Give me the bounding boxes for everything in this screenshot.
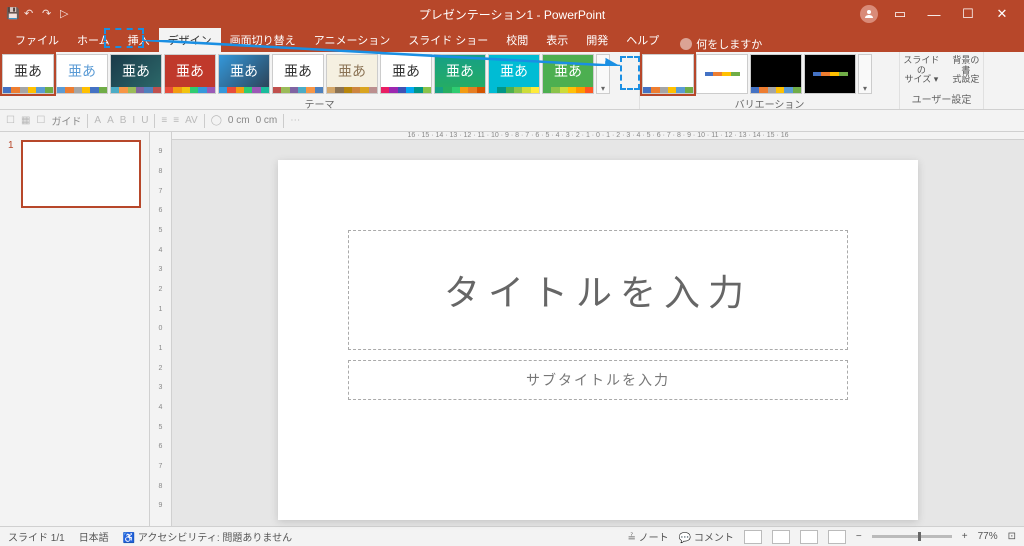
theme-thumb-1[interactable]: 亜あ (2, 54, 54, 94)
guide-label[interactable]: ガイド (51, 113, 81, 128)
variation-thumb-3[interactable] (750, 54, 802, 94)
tab-home[interactable]: ホーム (68, 28, 119, 52)
ribbon-options-icon[interactable]: ▭ (888, 6, 912, 22)
tell-me-label: 何をしますか (696, 36, 762, 52)
ribbon-tabs: ファイル ホーム 挿入 デザイン 画面切り替え アニメーション スライド ショー… (0, 28, 1024, 52)
theme-thumb-10[interactable]: 亜あ (488, 54, 540, 94)
checkbox2-icon[interactable]: ☐ (36, 115, 45, 126)
tab-slideshow[interactable]: スライド ショー (399, 28, 497, 52)
subtitle-placeholder[interactable]: サブタイトルを入力 (348, 360, 848, 400)
separator (204, 114, 205, 128)
slide-size-button[interactable]: スライドの サイズ ▾ (900, 56, 943, 86)
themes-group: 亜あ 亜あ 亜あ 亜あ 亜あ 亜あ 亜あ 亜あ 亜あ 亜あ 亜あ ▾ テーマ (0, 52, 640, 109)
separator (87, 114, 88, 128)
theme-thumb-8[interactable]: 亜あ (380, 54, 432, 94)
theme-thumb-3[interactable]: 亜あ (110, 54, 162, 94)
user-avatar-icon[interactable] (860, 5, 878, 23)
theme-thumb-2[interactable]: 亜あ (56, 54, 108, 94)
lightbulb-icon (680, 38, 692, 50)
variations-more-button[interactable]: ▾ (858, 54, 872, 94)
zoom-slider[interactable] (872, 535, 952, 538)
save-icon[interactable]: 💾 (6, 7, 20, 21)
tab-insert[interactable]: 挿入 (119, 28, 159, 52)
shape-icon[interactable]: ◯ (211, 115, 222, 126)
horizontal-ruler: 16 · 15 · 14 · 13 · 12 · 11 · 10 · 9 · 8… (172, 132, 1024, 140)
variation-thumb-1[interactable] (642, 54, 694, 94)
align-left-icon[interactable]: ≡ (161, 115, 167, 126)
tab-help[interactable]: ヘルプ (617, 28, 668, 52)
themes-more-button[interactable]: ▾ (596, 54, 610, 94)
slide-canvas-area[interactable]: タイトルを入力 サブタイトルを入力 (172, 140, 1024, 540)
fontsize-icon[interactable]: A (107, 115, 114, 126)
tab-review[interactable]: 校閲 (497, 28, 537, 52)
undo-icon[interactable]: ↶ (24, 7, 38, 21)
title-bar: 💾 ↶ ↷ ▷ プレゼンテーション1 - PowerPoint ▭ — ☐ ✕ (0, 0, 1024, 28)
title-placeholder[interactable]: タイトルを入力 (348, 230, 848, 350)
themes-group-label: テーマ (0, 96, 639, 110)
language-indicator[interactable]: 日本語 (79, 529, 109, 544)
editor: 9876543210123456789 16 · 15 · 14 · 13 · … (150, 132, 1024, 526)
variations-group-label: バリエーション (640, 96, 899, 110)
bold-icon[interactable]: B (120, 115, 127, 126)
width-value[interactable]: 0 cm (228, 115, 250, 126)
maximize-icon[interactable]: ☐ (956, 6, 980, 22)
user-settings-group: スライドの サイズ ▾ 背景の書 式設定 ユーザー設定 (900, 52, 984, 109)
tab-animations[interactable]: アニメーション (305, 28, 400, 52)
start-icon[interactable]: ▷ (60, 7, 74, 21)
ribbon: 亜あ 亜あ 亜あ 亜あ 亜あ 亜あ 亜あ 亜あ 亜あ 亜あ 亜あ ▾ テーマ ▾… (0, 52, 1024, 110)
slide-thumbnails-panel: 1 (0, 132, 150, 526)
separator (154, 114, 155, 128)
slide-indicator[interactable]: スライド 1/1 (8, 529, 65, 544)
variations-group: ▾ バリエーション (640, 52, 900, 109)
tab-design[interactable]: デザイン (159, 28, 221, 52)
secondary-toolbar: ☐ ▦ ☐ ガイド A A B I U ≡ ≡ AV ◯ 0 cm 0 cm ⋯ (0, 110, 1024, 132)
tell-me[interactable]: 何をしますか (668, 36, 762, 52)
height-value[interactable]: 0 cm (256, 115, 278, 126)
tab-view[interactable]: 表示 (537, 28, 577, 52)
user-settings-label: ユーザー設定 (912, 91, 972, 105)
spacing-icon[interactable]: AV (185, 115, 198, 126)
theme-thumb-5[interactable]: 亜あ (218, 54, 270, 94)
tab-transitions[interactable]: 画面切り替え (221, 28, 305, 52)
theme-thumb-4[interactable]: 亜あ (164, 54, 216, 94)
slide-thumbnail-1[interactable] (21, 140, 141, 208)
redo-icon[interactable]: ↷ (42, 7, 56, 21)
slide-number: 1 (8, 140, 14, 151)
slide[interactable]: タイトルを入力 サブタイトルを入力 (278, 160, 918, 520)
tab-file[interactable]: ファイル (6, 28, 68, 52)
theme-thumb-11[interactable]: 亜あ (542, 54, 594, 94)
quick-access-toolbar: 💾 ↶ ↷ ▷ (0, 7, 74, 21)
background-format-button[interactable]: 背景の書 式設定 (949, 56, 983, 86)
separator (283, 114, 284, 128)
window-title: プレゼンテーション1 - PowerPoint (419, 6, 605, 23)
close-icon[interactable]: ✕ (990, 6, 1014, 22)
workspace: 1 9876543210123456789 16 · 15 · 14 · 13 … (0, 132, 1024, 526)
vertical-ruler: 9876543210123456789 (150, 132, 172, 526)
variation-thumb-2[interactable] (696, 54, 748, 94)
variation-thumb-4[interactable] (804, 54, 856, 94)
theme-thumb-7[interactable]: 亜あ (326, 54, 378, 94)
minimize-icon[interactable]: — (922, 7, 946, 22)
theme-thumb-6[interactable]: 亜あ (272, 54, 324, 94)
grid-icon[interactable]: ▦ (21, 115, 30, 126)
more-tools-icon[interactable]: ⋯ (290, 115, 300, 126)
italic-icon[interactable]: I (132, 115, 135, 126)
tab-developer[interactable]: 開発 (577, 28, 617, 52)
theme-thumb-9[interactable]: 亜あ (434, 54, 486, 94)
underline-icon[interactable]: U (141, 115, 148, 126)
align-center-icon[interactable]: ≡ (173, 115, 179, 126)
font-icon[interactable]: A (94, 115, 101, 126)
checkbox-icon[interactable]: ☐ (6, 115, 15, 126)
